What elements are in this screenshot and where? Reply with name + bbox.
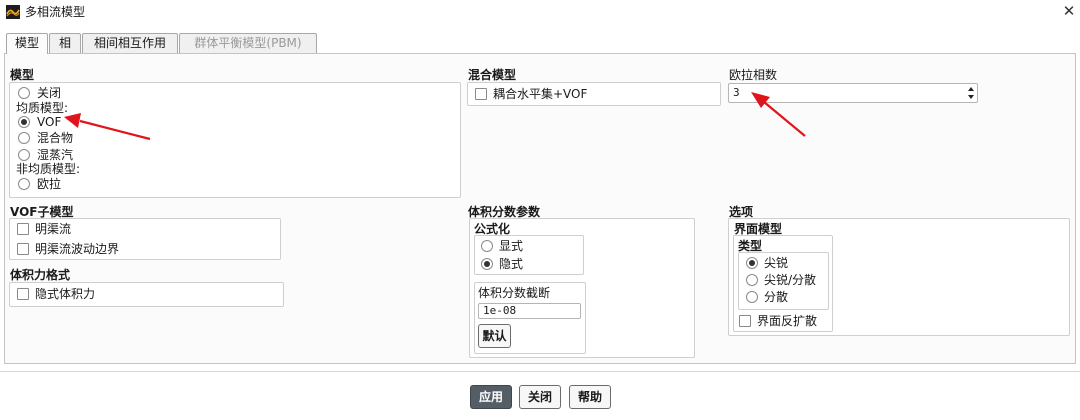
annotation-overlay [64, 92, 806, 141]
annotation-arrow-euler-phases [751, 92, 806, 137]
annotation-arrow-vof [64, 113, 151, 141]
tab-model[interactable]: 模型 [6, 33, 48, 54]
